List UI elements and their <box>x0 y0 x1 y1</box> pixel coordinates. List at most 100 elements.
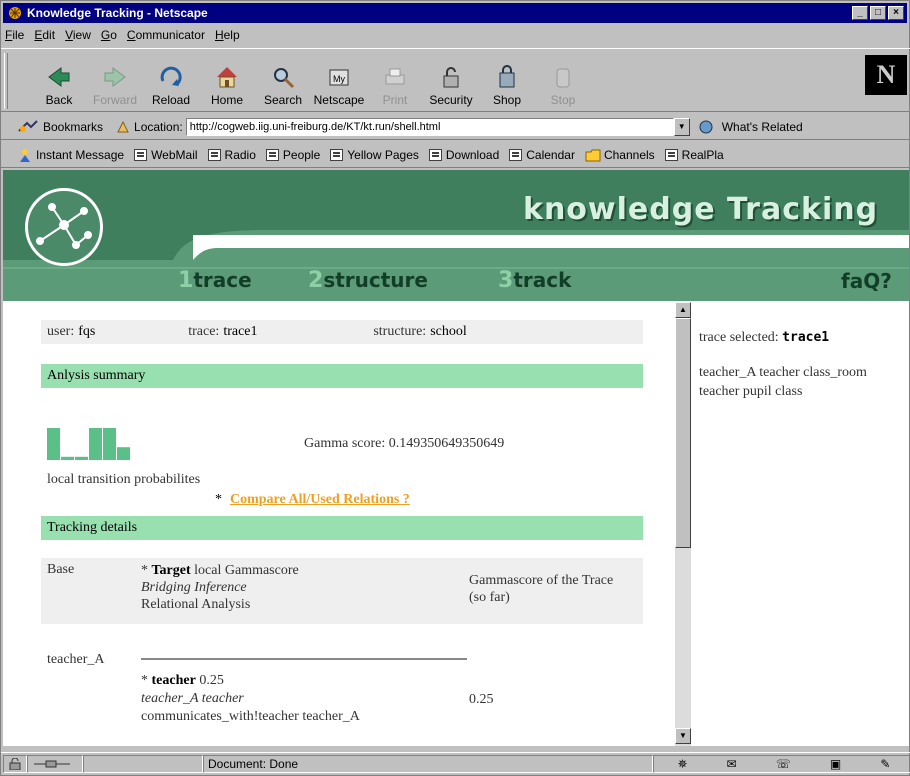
security-button[interactable]: Security <box>423 63 479 111</box>
location-icon <box>117 120 129 132</box>
structure-value: school <box>430 324 467 339</box>
calendar-bookmark[interactable]: Calendar <box>509 148 575 162</box>
whats-related-icon <box>699 120 713 133</box>
location-bar: Bookmarks Location: http://cogweb.iig.un… <box>1 114 910 140</box>
print-button[interactable]: Print <box>367 63 423 111</box>
tab-track[interactable]: 3 track <box>498 268 571 293</box>
security-status-icon[interactable] <box>3 754 27 773</box>
trace-value: trace1 <box>223 324 258 339</box>
menu-communicator[interactable]: Communicator <box>127 28 205 42</box>
menu-view[interactable]: View <box>65 28 91 42</box>
page-content: knowledge Tracking 1 trace 2 structure 3… <box>3 170 909 746</box>
logo-emblem[interactable] <box>25 188 103 266</box>
bookmarks-icon <box>18 119 38 132</box>
network-graph-icon <box>36 203 92 249</box>
scroll-up-button[interactable]: ▲ <box>675 302 691 318</box>
trace-nodes: teacher_A teacher class_room teacher pup… <box>699 365 867 399</box>
page-icon <box>134 148 148 161</box>
tracking-details-heading: Tracking details <box>41 516 643 540</box>
netscape-logo[interactable]: N <box>865 55 907 95</box>
selected-trace: trace1 <box>782 330 830 345</box>
progress-bar <box>83 754 203 773</box>
instant-message-icon <box>20 148 30 162</box>
location-label: Location: <box>134 119 183 134</box>
netscape-button[interactable]: My Netscape <box>311 63 367 111</box>
composer-icon[interactable]: ▣ <box>830 757 841 771</box>
menu-bar: File Edit View Go Communicator Help <box>1 25 910 45</box>
forward-button[interactable]: Forward <box>87 63 143 111</box>
whats-related-button[interactable]: What's Related <box>722 120 803 134</box>
row-gamma: 0.25 <box>469 692 494 707</box>
user-value: fqs <box>78 324 96 339</box>
stop-icon <box>556 68 570 88</box>
status-bar: Document: Done ✵ ✉ ☏ ▣ ✎ <box>1 752 910 774</box>
bookmarks-button[interactable]: Bookmarks <box>43 120 103 134</box>
channels-bookmark[interactable]: Channels <box>585 148 655 162</box>
radio-bookmark[interactable]: Radio <box>207 148 256 162</box>
back-button[interactable]: Back <box>31 63 87 111</box>
analysis-summary-heading: Anlysis summary <box>41 364 643 388</box>
svg-text:My: My <box>333 74 345 84</box>
menu-go[interactable]: Go <box>101 28 117 42</box>
realplayer-bookmark[interactable]: RealPla <box>664 148 724 162</box>
scroll-thumb[interactable] <box>675 318 691 548</box>
stop-button[interactable]: Stop <box>535 63 591 111</box>
composer-edit-icon[interactable]: ✎ <box>880 757 890 771</box>
gamma-score: Gamma score: 0.149350649350649 <box>304 436 505 451</box>
search-icon <box>274 68 295 89</box>
channels-folder-icon <box>585 149 601 161</box>
compare-relations-link[interactable]: Compare All/Used Relations ? <box>230 492 410 508</box>
probability-bar <box>89 428 102 460</box>
scroll-down-button[interactable]: ▼ <box>675 728 691 744</box>
close-button[interactable]: × <box>888 6 904 20</box>
transition-probability-bars <box>47 428 130 460</box>
reload-icon <box>160 66 182 86</box>
page-icon <box>330 148 344 161</box>
print-icon <box>385 68 405 85</box>
menu-help[interactable]: Help <box>215 28 240 42</box>
row-target: * teacher 0.25 teacher_A teacher communi… <box>141 673 360 724</box>
side-frame: ▲ ▼ trace selected: trace1 teacher_A tea… <box>675 302 909 746</box>
yellow-pages-bookmark[interactable]: Yellow Pages <box>330 148 419 162</box>
mail-icon[interactable]: ✉ <box>727 757 737 771</box>
minimize-button[interactable]: _ <box>852 6 868 20</box>
kt-title: knowledge Tracking <box>523 192 879 227</box>
page-icon <box>265 148 279 161</box>
page-icon <box>207 148 221 161</box>
instant-message-button[interactable]: Instant Message <box>17 147 124 163</box>
page-icon <box>428 148 442 161</box>
people-bookmark[interactable]: People <box>265 148 320 162</box>
tab-structure[interactable]: 2 structure <box>308 268 428 293</box>
faq-link[interactable]: faQ? <box>841 269 892 293</box>
webmail-bookmark[interactable]: WebMail <box>134 148 198 162</box>
kt-banner: knowledge Tracking 1 trace 2 structure 3… <box>3 170 909 301</box>
tab-trace[interactable]: 1 trace <box>178 268 252 293</box>
home-button[interactable]: Home <box>199 63 255 111</box>
shop-button[interactable]: Shop <box>479 63 535 111</box>
shop-bag-icon <box>499 65 515 88</box>
forward-arrow-icon <box>104 67 126 87</box>
target-column: * Target local Gammascore Bridging Infer… <box>141 563 299 612</box>
page-icon <box>664 148 678 161</box>
session-info-bar: user: fqs trace: trace1 structure: schoo… <box>41 320 643 344</box>
probability-bar <box>75 456 88 460</box>
browser-window: Knowledge Tracking - Netscape _ □ × File… <box>0 0 910 776</box>
navigator-icon[interactable]: ✵ <box>678 757 688 771</box>
personal-toolbar: Instant Message WebMail Radio People Yel… <box>1 142 910 168</box>
menu-edit[interactable]: Edit <box>34 28 55 42</box>
url-history-dropdown[interactable]: ▼ <box>673 117 690 136</box>
maximize-button[interactable]: □ <box>870 6 886 20</box>
component-bar: ✵ ✉ ☏ ▣ ✎ <box>653 754 910 773</box>
reload-button[interactable]: Reload <box>143 63 199 111</box>
summary-body: Gamma score: 0.149350649350649 local tra… <box>41 388 643 507</box>
search-button[interactable]: Search <box>255 63 311 111</box>
menu-file[interactable]: File <box>5 28 24 42</box>
connection-status-icon <box>27 754 83 773</box>
url-input[interactable]: http://cogweb.iig.uni-freiburg.de/KT/kt.… <box>185 117 674 136</box>
discussion-icon[interactable]: ☏ <box>776 757 791 771</box>
gamma-trace-column: Gammascore of the Trace (so far) <box>469 573 614 605</box>
navigation-toolbar: Back Forward Reload Home Search My Netsc… <box>1 48 910 112</box>
toolbar-grip[interactable] <box>4 53 8 109</box>
download-bookmark[interactable]: Download <box>428 148 499 162</box>
vertical-scrollbar[interactable]: ▲ ▼ <box>675 302 691 746</box>
